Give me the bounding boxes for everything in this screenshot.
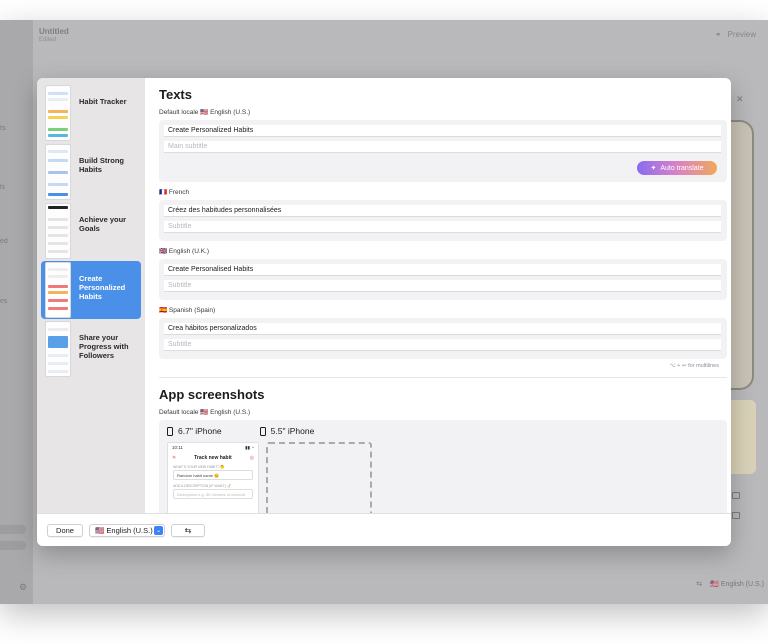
preview-desc-input: Description e.g. 30 minutes of workout [173, 489, 253, 499]
screenshot-thumbnail [45, 85, 71, 141]
background-locale-label: 🇺🇸 English (U.S.) [710, 581, 764, 588]
background-side-label: es [0, 298, 8, 305]
translate-icon: ⇆ [184, 525, 192, 535]
screenshot-preview-6-7[interactable]: 10:11 ▮▮ ◔ ✕ Track new habit ◎ WHAT'S YO… [167, 442, 259, 513]
auto-translate-row: ✦ Auto translate [164, 157, 721, 178]
locale-card-spanish: Crea hábitos personalizados Subtitle [159, 318, 727, 359]
french-subtitle-input[interactable]: Subtitle [164, 221, 721, 233]
screenshot-thumbnail [45, 321, 71, 377]
screenshot-thumbnail [45, 203, 71, 259]
background-document-title: Untitled [39, 27, 69, 36]
background-phone-preview [730, 120, 754, 390]
background-pill [0, 541, 26, 550]
sparkle-icon: ✦ [650, 165, 657, 172]
screenshot-list: Habit Tracker Build Strong Habits Achiev… [37, 78, 145, 513]
locale-select-value: 🇺🇸 English (U.S.) [95, 525, 153, 535]
screenshot-item-build-strong-habits[interactable]: Build Strong Habits [41, 143, 141, 201]
locale-label-french: 🇫🇷 French [159, 189, 190, 196]
background-small-icon [732, 492, 740, 499]
background-side-label: ts [0, 125, 6, 132]
done-button[interactable]: Done [47, 523, 83, 537]
section-divider [159, 377, 727, 378]
translate-button[interactable]: ⇆ [171, 523, 205, 537]
preview-name-input: Random habit name 😊 [173, 470, 253, 480]
auto-translate-label: Auto translate [660, 164, 704, 172]
preview-name-label: WHAT'S YOUR NEW HABIT? 🤔 [173, 465, 225, 469]
chevron-down-icon: ⌄ [154, 525, 163, 535]
screenshot-item-label: Habit Tracker [79, 97, 127, 106]
preview-desc-label: ADD A DESCRIPTION (IF WANT) 📝 [173, 484, 232, 488]
screenshot-item-label: Achieve your Goals [79, 215, 127, 233]
screenshot-item-label: Share your Progress with Followers [79, 333, 129, 360]
localization-content: Texts Default locale 🇺🇸 English (U.S.) C… [145, 78, 731, 513]
background-preview-panel [730, 400, 756, 474]
locale-select[interactable]: 🇺🇸 English (U.S.) ⌄ [89, 523, 165, 537]
locale-label-english-uk: 🇬🇧 English (U.K.) [159, 248, 209, 255]
confirm-icon: ◎ [249, 455, 254, 461]
device-tab-5-5-iphone[interactable]: 5.5" iPhone [259, 426, 315, 436]
screenshot-dropzone-5-5[interactable] [266, 442, 372, 513]
preview-nav-bar: ✕ Track new habit ◎ [168, 453, 258, 463]
screenshot-thumbnail [45, 262, 71, 318]
localization-sheet: Habit Tracker Build Strong Habits Achiev… [37, 78, 731, 546]
background-preview-button: ⚭ Preview [715, 30, 756, 39]
default-subtitle-input[interactable]: Main subtitle [164, 141, 721, 153]
sheet-footer: Done 🇺🇸 English (U.S.) ⌄ ⇆ [37, 513, 731, 546]
default-title-input[interactable]: Create Personalized Habits [164, 125, 721, 137]
english-uk-title-input[interactable]: Create Personalised Habits [164, 264, 721, 276]
screenshot-item-label: Build Strong Habits [79, 156, 124, 174]
screenshot-item-share-your-progress[interactable]: Share your Progress with Followers [41, 320, 141, 378]
background-close-icon: ✕ [736, 94, 744, 104]
signal-icon: ▮▮ ◔ [245, 445, 254, 450]
background-translate-icon: ⇆ [696, 581, 703, 588]
device-tab-6-7-iphone[interactable]: 6.7" iPhone [167, 426, 222, 436]
locale-card-french: Créez des habitudes personnalisées Subti… [159, 200, 727, 241]
screenshot-thumbnail [45, 144, 71, 200]
default-locale-label: Default locale 🇺🇸 English (U.S.) [159, 109, 251, 116]
default-locale-card: Create Personalized Habits Main subtitle… [159, 120, 727, 182]
locale-label-spanish: 🇪🇸 Spanish (Spain) [159, 307, 216, 314]
english-uk-subtitle-input[interactable]: Subtitle [164, 280, 721, 292]
screenshots-card: 6.7" iPhone 5.5" iPhone 10:11 ▮▮ ◔ ✕ Tra… [159, 420, 727, 513]
background-footer: ⇆ 🇺🇸 English (U.S.) [696, 580, 764, 588]
background-side-label: ed [0, 238, 8, 245]
device-tabs: 6.7" iPhone 5.5" iPhone [167, 426, 719, 436]
background-preview-label: Preview [727, 30, 756, 39]
spanish-subtitle-input[interactable]: Subtitle [164, 339, 721, 351]
french-title-input[interactable]: Créez des habitudes personnalisées [164, 205, 721, 217]
screenshot-item-achieve-your-goals[interactable]: Achieve your Goals [41, 202, 141, 260]
multiline-hint: ⌥ + ↩ for multilines [669, 363, 719, 369]
binoculars-icon: ⚭ [714, 30, 722, 39]
locale-card-english-uk: Create Personalised Habits Subtitle [159, 259, 727, 300]
background-document-status: Edited [39, 37, 57, 43]
auto-translate-button[interactable]: ✦ Auto translate [637, 161, 717, 175]
gear-icon: ⚙ [19, 582, 28, 592]
background-small-icon [732, 512, 740, 519]
close-icon: ✕ [172, 455, 177, 461]
screenshot-item-create-personalized-habits[interactable]: Create Personalized Habits [41, 261, 141, 319]
texts-section-title: Texts [159, 87, 192, 102]
screenshots-default-locale-label: Default locale 🇺🇸 English (U.S.) [159, 409, 251, 416]
iphone-icon [167, 426, 173, 436]
screenshots-section-title: App screenshots [159, 387, 265, 402]
preview-nav-title: Track new habit [194, 455, 232, 461]
preview-status-bar: 10:11 ▮▮ ◔ [168, 443, 258, 453]
background-pill [0, 525, 26, 534]
device-tab-label: 6.7" iPhone [178, 426, 222, 436]
background-sidebar: ts ls ed es ⚙ [0, 20, 33, 604]
preview-time: 10:11 [172, 445, 183, 450]
iphone-icon [259, 426, 266, 436]
screenshot-item-label: Create Personalized Habits [79, 274, 126, 301]
screenshot-item-habit-tracker[interactable]: Habit Tracker [41, 84, 141, 142]
spanish-title-input[interactable]: Crea hábitos personalizados [164, 323, 721, 335]
background-side-label: ls [0, 184, 6, 191]
device-tab-label: 5.5" iPhone [270, 426, 315, 436]
